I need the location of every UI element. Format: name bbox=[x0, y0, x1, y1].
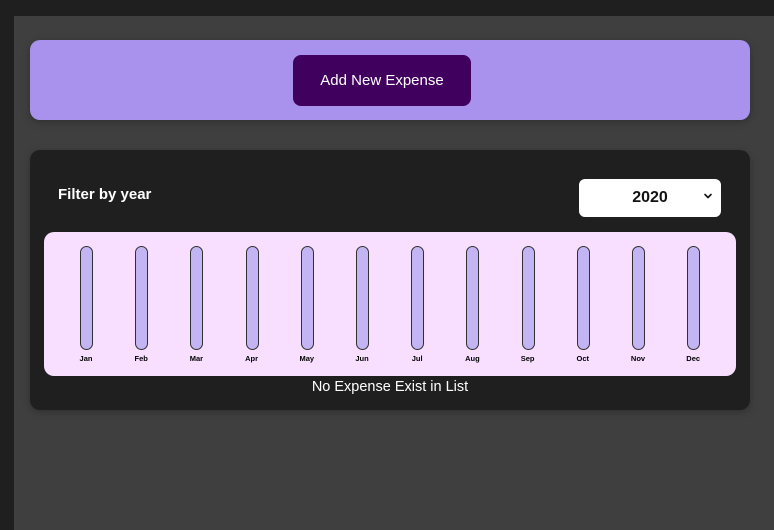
chart-bar-sep: Sep bbox=[508, 246, 548, 366]
chart-bar-track bbox=[300, 246, 314, 350]
chart-bar-dec: Dec bbox=[673, 246, 713, 366]
expenses-chart: Jan Feb Mar Apr May Jun Jul Aug Sep Oct Nov Dec bbox=[44, 232, 736, 376]
chart-bar-feb: Feb bbox=[121, 246, 161, 366]
chart-bar-label: Feb bbox=[134, 354, 148, 363]
chart-bar-label: Sep bbox=[520, 354, 535, 363]
expenses-panel: Filter by year 2020 Jan Feb Mar Apr May Jun Ju… bbox=[30, 150, 750, 410]
chart-bar-track bbox=[356, 246, 369, 350]
chart-bar-track bbox=[576, 246, 590, 350]
add-new-expense-button[interactable]: Add New Expense bbox=[293, 55, 471, 106]
chart-bar-track bbox=[687, 246, 701, 350]
chart-bar-nov: Nov bbox=[618, 246, 658, 366]
chart-bar-label: Jan bbox=[79, 354, 93, 363]
chart-bar-label: Jul bbox=[411, 354, 423, 363]
new-expense-panel: Add New Expense bbox=[30, 40, 750, 120]
empty-list-message: No Expense Exist in List bbox=[311, 379, 469, 395]
chart-bar-track bbox=[245, 246, 259, 350]
chart-bar-oct: Oct bbox=[563, 246, 603, 366]
chart-bar-label: Aug bbox=[465, 354, 480, 363]
selected-year: 2020 bbox=[632, 189, 668, 206]
chart-bar-track bbox=[80, 246, 93, 350]
year-select[interactable]: 2020 bbox=[579, 179, 721, 217]
chart-bar-track bbox=[521, 246, 535, 350]
chart-bar-jan: Jan bbox=[66, 246, 106, 366]
chart-bar-track bbox=[135, 246, 149, 350]
chevron-down-icon bbox=[704, 193, 712, 199]
chart-bar-track bbox=[466, 246, 480, 350]
chart-bar-mar: Mar bbox=[176, 246, 216, 366]
chart-bar-label: Oct bbox=[576, 354, 590, 363]
chart-bar-label: Dec bbox=[686, 354, 701, 363]
chart-bar-track bbox=[190, 246, 204, 350]
chart-bar-track bbox=[411, 246, 425, 350]
filter-label: Filter by year bbox=[58, 186, 152, 203]
chart-bar-track bbox=[632, 246, 645, 350]
chart-bar-jul: Jul bbox=[397, 246, 437, 366]
chart-bar-aug: Aug bbox=[452, 246, 492, 366]
chart-bar-jun: Jun bbox=[342, 246, 382, 366]
chart-bar-label: Nov bbox=[630, 354, 646, 363]
chart-bar-label: Apr bbox=[245, 354, 259, 363]
expenses-filter: Filter by year 2020 bbox=[30, 150, 750, 230]
chart-bar-may: May bbox=[287, 246, 327, 366]
chart-bar-label: Jun bbox=[355, 354, 369, 363]
chart-bar-label: Mar bbox=[189, 354, 204, 363]
chart-bar-apr: Apr bbox=[232, 246, 272, 366]
chart-bar-label: May bbox=[299, 354, 315, 363]
